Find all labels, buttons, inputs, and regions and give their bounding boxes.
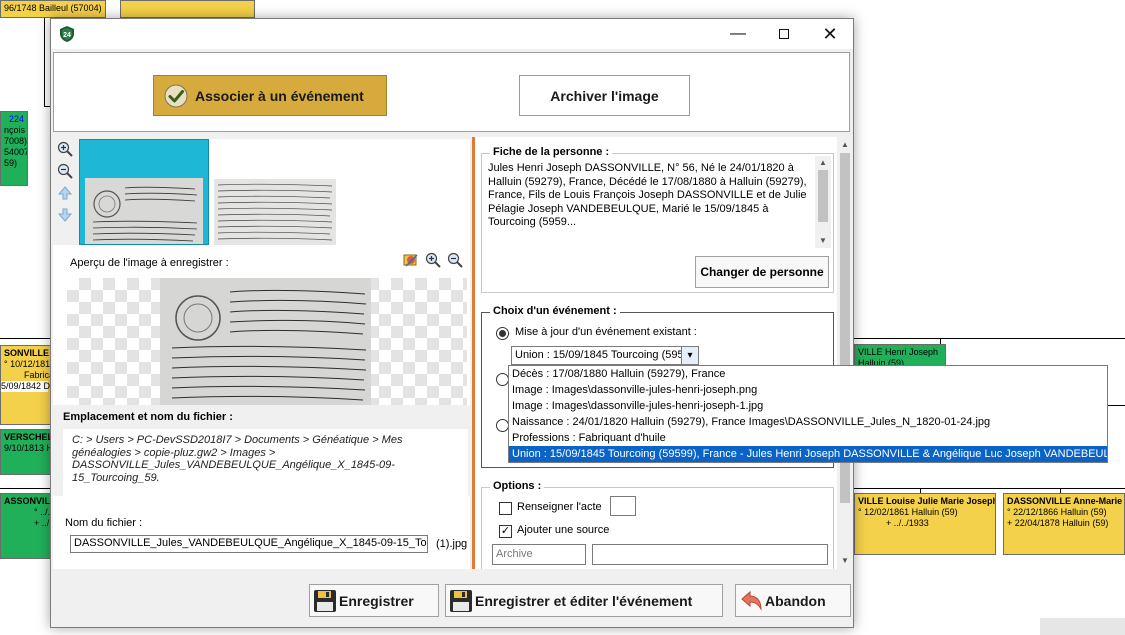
maximize-button[interactable] — [761, 19, 807, 49]
update-existing-event-radio[interactable] — [496, 327, 509, 340]
update-existing-event-label: Mise à jour d'un événement existant : — [515, 326, 697, 338]
preview-zoom-out-icon[interactable] — [447, 252, 463, 268]
arrow-down-icon[interactable] — [57, 207, 73, 223]
dropdown-option[interactable]: Décès : 17/08/1880 Halluin (59279), Fran… — [509, 366, 1107, 382]
dropdown-option[interactable]: Image : Images\dassonville-jules-henri-j… — [509, 382, 1107, 398]
tree-box-right-louise[interactable]: VILLE Louise Julie Marie Joseph ° 12/02/… — [854, 493, 996, 555]
image-association-dialog: 24 — ✕ Associer à un événement Archiver … — [50, 18, 854, 628]
minimize-button[interactable]: — — [715, 19, 761, 49]
event-select[interactable]: Union : 15/09/1845 Tourcoing (595 — [511, 346, 699, 365]
person-record-text: Jules Henri Joseph DASSONVILLE, N° 56, N… — [488, 162, 807, 228]
action-toolbar: Associer à un événement Archiver l'image — [53, 52, 850, 132]
zoom-in-icon[interactable] — [57, 141, 73, 157]
app-shield-icon: 24 — [60, 26, 74, 42]
document-preview-image — [160, 278, 371, 405]
add-source-checkbox[interactable]: ✓ — [499, 525, 512, 538]
associate-event-label: Associer à un événement — [195, 87, 364, 104]
svg-text:24: 24 — [63, 32, 71, 39]
floppy-disk-icon — [450, 589, 472, 612]
dropdown-option[interactable]: Image : Images\dassonville-jules-henri-j… — [509, 398, 1107, 414]
file-location-label: Emplacement et nom du fichier : — [63, 411, 233, 423]
abort-button[interactable]: Abandon — [735, 584, 851, 617]
tree-box-left-mid[interactable]: SONVILLE Pa ° 10/12/181 Fabrica 5/09/184… — [0, 345, 52, 425]
save-button[interactable]: Enregistrer — [309, 584, 439, 617]
scroll-down-icon[interactable]: ▼ — [815, 234, 831, 248]
preview-tools — [403, 252, 465, 270]
tree-box-left-bottom[interactable]: ASSONVILL ° ../../ + ../../ — [0, 493, 52, 559]
thumbnail-strip — [79, 139, 470, 245]
event-pane-scrollbar[interactable]: ▲ ▼ — [837, 137, 853, 569]
maximize-icon — [779, 29, 789, 39]
pane-scroll-up-icon[interactable]: ▲ — [837, 137, 853, 153]
event-choice-label: Choix d'un événement : — [490, 305, 620, 317]
options-group: Options : Renseigner l'acte ✓ Ajouter un… — [481, 480, 834, 569]
dropdown-option-selected[interactable]: Union : 15/09/1845 Tourcoing (59599), Fr… — [509, 446, 1107, 462]
checkmark-icon — [164, 84, 188, 107]
abort-label: Abandon — [765, 592, 826, 609]
close-button[interactable]: ✕ — [807, 19, 853, 49]
image-pane: Aperçu de l'image à enregistrer : Emplac… — [53, 137, 470, 569]
person-record-group: Fiche de la personne : Jules Henri Josep… — [481, 146, 834, 293]
filename-input[interactable]: DASSONVILLE_Jules_VANDEBEULQUE_Angélique… — [70, 535, 428, 553]
archive-image-button[interactable]: Archiver l'image — [519, 75, 690, 116]
person-record-label: Fiche de la personne : — [490, 146, 613, 158]
tree-scroll-area — [1040, 618, 1125, 635]
save-and-edit-event-button[interactable]: Enregistrer et éditer l'événement — [445, 584, 723, 617]
document-thumbnail-2[interactable] — [214, 179, 336, 245]
file-path-display: C: > Users > PC-DevSSD2018I7 > Documents… — [63, 429, 468, 496]
tree-box-left-low[interactable]: VERSCHEL 9/10/1813 H — [0, 429, 52, 475]
options-label: Options : — [490, 480, 545, 492]
floppy-disk-icon — [314, 589, 336, 612]
archive-image-label: Archiver l'image — [550, 87, 659, 104]
pane-scroll-down-icon[interactable]: ▼ — [837, 553, 853, 569]
archive-input[interactable]: Archive — [492, 544, 586, 565]
fill-act-checkbox[interactable] — [499, 502, 512, 515]
image-preview-panel: Aperçu de l'image à enregistrer : — [53, 245, 470, 405]
dropdown-option[interactable]: Naissance : 24/01/1820 Halluin (59279), … — [509, 414, 1107, 430]
event-dropdown-list[interactable]: Décès : 17/08/1880 Halluin (59279), Fran… — [508, 365, 1108, 463]
save-label: Enregistrer — [339, 592, 414, 609]
person-record-scrollbar[interactable]: ▲ ▼ — [815, 156, 831, 248]
tree-box-number: 224 — [8, 114, 24, 124]
fit-image-icon[interactable] — [403, 252, 419, 268]
change-person-label: Changer de personne — [700, 265, 824, 279]
save-and-edit-label: Enregistrer et éditer l'événement — [475, 592, 693, 609]
preview-label: Aperçu de l'image à enregistrer : — [70, 257, 229, 269]
act-number-input[interactable] — [610, 496, 636, 516]
scroll-up-icon[interactable]: ▲ — [815, 156, 831, 170]
preview-zoom-in-icon[interactable] — [425, 252, 441, 268]
archive-detail-input[interactable] — [592, 544, 828, 565]
filename-label: Nom du fichier : — [65, 517, 143, 529]
filename-section: Nom du fichier : DASSONVILLE_Jules_VANDE… — [53, 496, 470, 569]
change-person-button[interactable]: Changer de personne — [695, 256, 829, 288]
tree-box-top-left[interactable]: 96/1748 Bailleul (57004) — [0, 0, 106, 18]
chevron-down-icon[interactable]: ▾ — [681, 346, 699, 365]
dropdown-option[interactable]: Professions : Fabriquant d'huile — [509, 430, 1107, 446]
document-thumbnail-image — [85, 178, 203, 244]
thumbnail-selected[interactable] — [79, 139, 209, 245]
event-pane: Fiche de la personne : Jules Henri Josep… — [472, 137, 853, 569]
add-source-label: Ajouter une source — [517, 524, 610, 536]
back-arrow-icon — [741, 590, 762, 611]
thumbnail-tools — [57, 141, 75, 229]
associate-event-button[interactable]: Associer à un événement — [153, 75, 387, 116]
fill-act-label: Renseigner l'acte — [517, 501, 602, 513]
preview-canvas[interactable] — [67, 278, 467, 405]
title-bar[interactable]: 24 — ✕ — [51, 19, 853, 49]
tree-box-right-anne[interactable]: DASSONVILLE Anne-Marie ° 22/12/1866 Hall… — [1003, 493, 1125, 555]
tree-box-left-224[interactable]: 224 nçois 7008) 54007) 59) — [0, 111, 28, 186]
tree-box-top-right[interactable] — [120, 0, 255, 18]
zoom-out-icon[interactable] — [57, 163, 73, 179]
arrow-up-icon[interactable] — [57, 185, 73, 201]
filename-extension: (1).jpg — [436, 538, 468, 550]
